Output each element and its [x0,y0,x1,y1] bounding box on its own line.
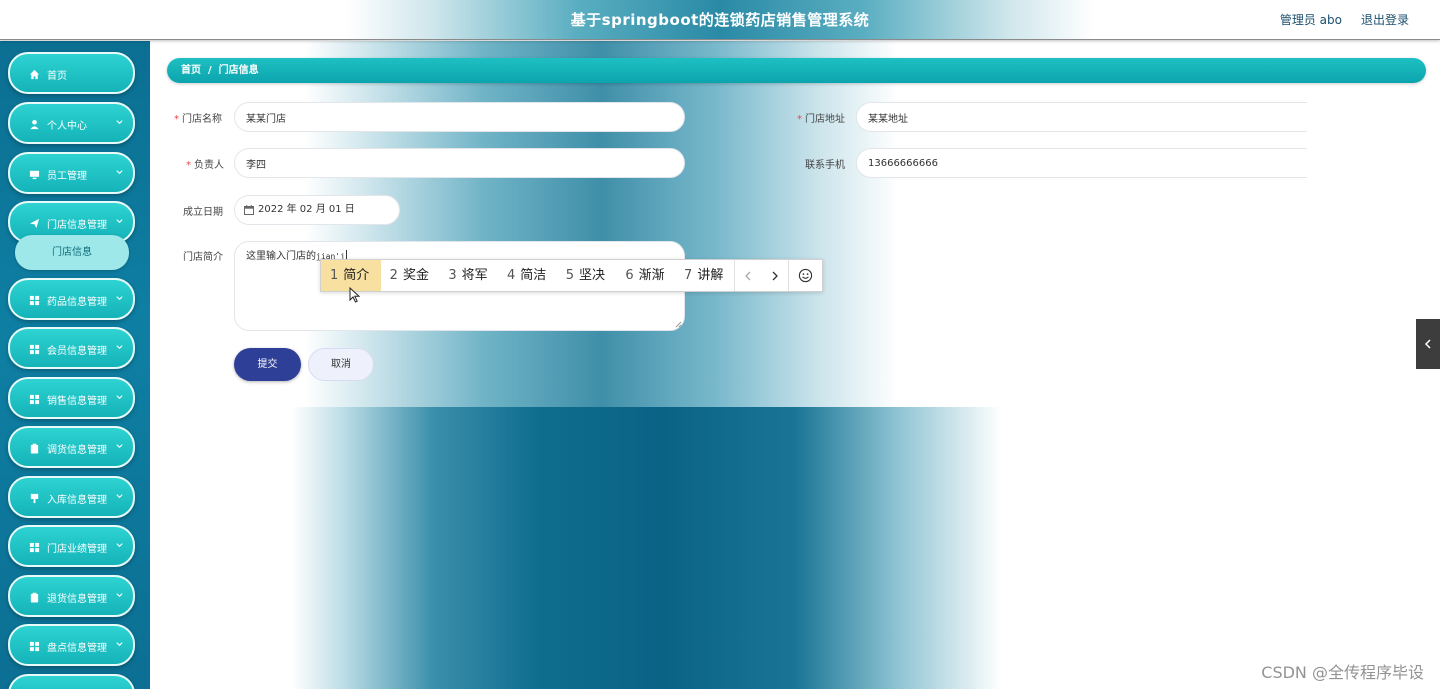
store-address-input[interactable] [856,102,1307,132]
sidebar-item-staff[interactable]: 员工管理 [8,152,135,194]
ime-candidate-5[interactable]: 5 坚决 [557,260,617,291]
main-content: 首页 / 门店信息 *门店名称 *门店地址 *负责人 联系手机 成立日期 2022 … [150,41,1440,689]
grid-icon [28,294,40,306]
sidebar-item-label: 个人中心 [47,121,87,132]
sidebar-item-stocktake[interactable]: 盘点信息管理 [8,624,135,666]
top-header: 基于springboot的连锁药店销售管理系统 管理员 abo 退出登录 [0,0,1440,40]
pin-icon [28,492,40,504]
grid-icon [28,541,40,553]
intro-text: 这里输入门店的 [246,251,316,262]
ime-candidate-6[interactable]: 6 渐渐 [616,260,675,291]
store-address-label: * 门店地址 [797,114,845,125]
sidebar-item-partial[interactable] [8,674,135,689]
chevron-left-icon [1424,339,1431,349]
breadcrumb-separator: / [208,65,212,76]
sidebar: 首页 个人中心 员工管理 门店信息管理 门店信息 药品信息管理 会员信息管理 销… [0,41,150,689]
sidebar-item-label: 门店业绩管理 [47,544,107,555]
required-mark: * [174,114,179,125]
chevron-down-icon [116,219,123,224]
store-name-label: * 门店名称 [174,114,222,125]
phone-input[interactable] [856,148,1307,178]
chevron-down-icon [116,395,123,400]
sidebar-item-personal-center[interactable]: 个人中心 [8,102,135,144]
manager-label: * 负责人 [186,160,224,171]
app-title: 基于springboot的连锁药店销售管理系统 [570,11,870,29]
date-value: 2022 年 02 月 01 日 [258,204,355,215]
sidebar-item-label: 员工管理 [47,171,87,182]
home-icon [28,68,40,80]
phone-label: 联系手机 [805,160,845,171]
submit-button[interactable]: 提交 [234,348,301,381]
grid-icon [28,640,40,652]
ime-emoji-button[interactable] [789,260,822,291]
sidebar-item-return[interactable]: 退货信息管理 [8,575,135,617]
chevron-down-icon [116,494,123,499]
breadcrumb-home-link[interactable]: 首页 [181,65,201,76]
smiley-icon [798,268,813,283]
sidebar-item-label: 入库信息管理 [47,495,107,506]
required-mark: * [186,160,191,171]
ime-prev-button[interactable] [735,260,762,291]
ime-candidate-bar: 1 简介 2 奖金 3 将军 4 简洁 5 坚决 6 渐渐 7 讲解 [320,259,823,292]
mouse-cursor-icon [349,287,360,303]
ime-next-button[interactable] [761,260,788,291]
chevron-left-icon [745,271,751,280]
watermark: CSDN @全传程序毕设 [1261,663,1424,682]
chevron-down-icon [116,345,123,350]
ime-candidate-2[interactable]: 2 奖金 [381,260,440,291]
sidebar-item-label: 首页 [47,71,67,82]
intro-label: 门店简介 [183,252,223,263]
ime-candidate-7[interactable]: 7 讲解 [675,260,734,291]
breadcrumb-current: 门店信息 [218,65,259,76]
sidebar-subitem-store-info[interactable]: 门店信息 [15,235,129,270]
user-icon [28,118,40,130]
send-icon [28,217,40,229]
side-drawer-toggle[interactable] [1416,319,1440,369]
cancel-button[interactable]: 取消 [308,348,374,381]
breadcrumb: 首页 / 门店信息 [167,58,1426,83]
sidebar-item-label: 销售信息管理 [47,396,107,407]
grid-icon [28,343,40,355]
chevron-down-icon [116,642,123,647]
calendar-icon [244,205,254,215]
chevron-right-icon [772,271,778,280]
sidebar-item-label: 调货信息管理 [47,445,107,456]
date-label: 成立日期 [183,207,223,218]
required-mark: * [797,114,802,125]
sidebar-item-label: 退货信息管理 [47,594,107,605]
resize-grip-icon[interactable] [674,320,682,328]
chevron-down-icon [116,444,123,449]
sidebar-item-label: 会员信息管理 [47,346,107,357]
ime-candidate-3[interactable]: 3 将军 [439,260,498,291]
sidebar-item-member[interactable]: 会员信息管理 [8,327,135,369]
chevron-down-icon [116,593,123,598]
ime-candidate-4[interactable]: 4 简洁 [498,260,557,291]
clipboard-icon [28,591,40,603]
chevron-down-icon [116,296,123,301]
sidebar-item-performance[interactable]: 门店业绩管理 [8,525,135,567]
logout-link[interactable]: 退出登录 [1361,11,1409,28]
sidebar-item-sales[interactable]: 销售信息管理 [8,377,135,419]
chevron-down-icon [116,543,123,548]
founded-date-picker[interactable]: 2022 年 02 月 01 日 [234,195,400,225]
sidebar-item-home[interactable]: 首页 [8,52,135,94]
sidebar-item-transfer[interactable]: 调货信息管理 [8,426,135,468]
background-lower [150,407,1440,689]
sidebar-item-label: 药品信息管理 [47,297,107,308]
manager-input[interactable] [234,148,685,178]
sidebar-item-inbound[interactable]: 入库信息管理 [8,476,135,518]
chevron-down-icon [116,120,123,125]
monitor-icon [28,168,40,180]
clipboard-icon [28,442,40,454]
sidebar-item-label: 盘点信息管理 [47,643,107,654]
current-user-label: 管理员 abo [1279,13,1342,27]
grid-icon [28,393,40,405]
sidebar-item-label: 门店信息管理 [47,220,107,231]
sidebar-item-medicine[interactable]: 药品信息管理 [8,278,135,320]
store-name-input[interactable] [234,102,685,132]
chevron-down-icon [116,170,123,175]
